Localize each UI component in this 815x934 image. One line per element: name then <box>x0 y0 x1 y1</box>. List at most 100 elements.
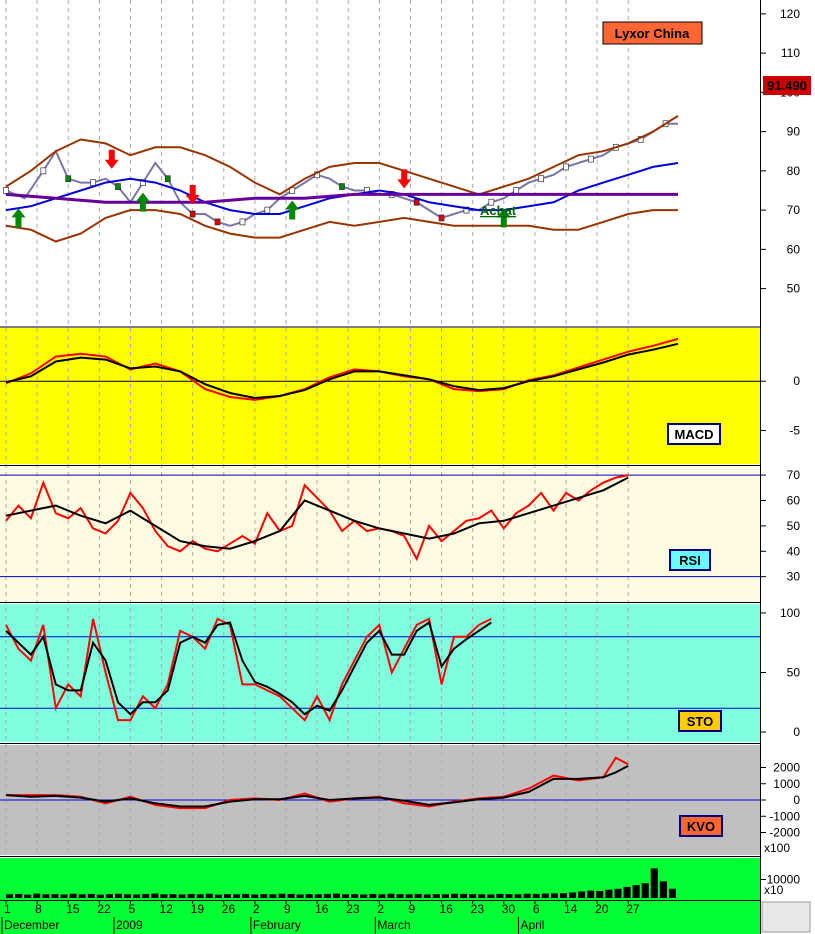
volume-bar <box>251 894 259 898</box>
volume-bar <box>296 894 304 898</box>
volume-bar <box>596 890 604 898</box>
day-tick-label: 23 <box>346 902 360 916</box>
volume-bar <box>623 886 631 898</box>
volume-bar <box>51 894 59 898</box>
day-tick-label: 22 <box>97 902 111 916</box>
price-candle <box>214 218 221 226</box>
volume-bar <box>360 894 368 898</box>
volume-bar <box>332 893 340 898</box>
volume-bar <box>450 893 459 898</box>
volume-bar <box>496 893 504 898</box>
price-tick-label: 90 <box>787 125 801 139</box>
rsi-tick-label: 70 <box>787 468 801 482</box>
volume-bar <box>278 893 286 898</box>
day-tick-label: 9 <box>284 902 291 916</box>
sto-tick-label: 50 <box>787 666 801 680</box>
price-tick-label: 70 <box>787 203 801 217</box>
price-candle <box>3 187 9 194</box>
volume-bar <box>151 893 159 898</box>
month-label: February <box>253 918 301 932</box>
volume-bar <box>432 894 440 898</box>
rsi-tick-label: 40 <box>787 544 801 558</box>
rsi-tick-label: 30 <box>787 570 801 584</box>
day-tick-label: 15 <box>66 902 80 916</box>
day-tick-label: 20 <box>595 902 609 916</box>
volume-bar <box>24 894 32 898</box>
volume-bar <box>105 894 113 898</box>
price-candle <box>513 187 520 194</box>
price-tick-label: 50 <box>787 282 801 296</box>
volume-bar <box>305 894 313 898</box>
price-candle <box>538 175 544 183</box>
price-candle <box>40 167 47 175</box>
volume-bar <box>214 894 222 898</box>
day-tick-label: 2 <box>253 902 260 916</box>
volume-bar <box>641 883 649 898</box>
day-tick-label: 16 <box>315 902 329 916</box>
macd-tick-label: 0 <box>793 374 800 388</box>
volume-bar <box>668 888 676 898</box>
volume-bar <box>550 893 558 898</box>
day-tick-label: 6 <box>533 902 540 916</box>
volume-bar <box>469 894 477 898</box>
volume-bar <box>42 894 50 898</box>
price-candle <box>563 163 569 171</box>
day-tick-label: 14 <box>564 902 578 916</box>
volume-bar <box>269 894 277 898</box>
right-axis-area <box>760 0 815 934</box>
day-tick-label: 1 <box>4 902 11 916</box>
price-candle <box>115 183 121 190</box>
volume-bar <box>287 893 295 898</box>
rsi-tick-label: 60 <box>787 493 801 507</box>
volume-bar <box>559 893 568 898</box>
achat-annotation: Achat <box>480 203 517 218</box>
month-label: December <box>4 918 59 932</box>
volume-bar <box>369 893 377 898</box>
volume-bar <box>142 893 150 898</box>
sto-tick-label: 100 <box>780 606 800 620</box>
volume-bar <box>342 894 350 898</box>
volume-bar <box>69 893 77 898</box>
day-tick-label: 16 <box>440 902 454 916</box>
price-candle <box>189 210 196 218</box>
rsi-tag: RSI <box>679 553 701 568</box>
volume-bar <box>233 894 241 898</box>
volume-bar <box>205 893 213 898</box>
rsi-panel <box>0 467 760 601</box>
volume-bar <box>569 892 577 898</box>
day-tick-label: 8 <box>35 902 42 916</box>
volume-bar <box>587 890 595 898</box>
volume-bar <box>169 894 177 898</box>
sto-tag: STO <box>687 714 714 729</box>
volume-bar <box>405 894 413 898</box>
price-tick-label: 120 <box>780 7 800 21</box>
month-label: March <box>377 918 410 932</box>
price-tick-label: 110 <box>781 46 800 60</box>
volume-bar <box>60 894 68 898</box>
price-tick-label: 80 <box>787 164 801 178</box>
volume-bar <box>632 885 640 898</box>
day-tick-label: 2 <box>377 902 384 916</box>
volume-bar <box>133 894 141 898</box>
sto-tick-label: 0 <box>793 725 800 739</box>
kvo-tick-label: 2000 <box>773 761 800 775</box>
volume-bar <box>541 893 549 898</box>
volume-bar <box>33 893 41 898</box>
volume-bar <box>187 893 195 898</box>
corner-box <box>761 901 811 933</box>
macd-tag: MACD <box>675 427 714 442</box>
price-candle <box>264 206 271 214</box>
volume-unit-label: x10 <box>764 883 784 897</box>
volume-bar <box>514 894 522 898</box>
volume-bar <box>178 894 186 898</box>
kvo-unit-label: x100 <box>764 841 790 855</box>
day-tick-label: 30 <box>502 902 516 916</box>
price-candle <box>413 198 420 206</box>
volume-bar <box>659 881 667 898</box>
volume-bar <box>260 894 268 898</box>
month-label: April <box>520 918 544 932</box>
price-tick-label: 60 <box>787 242 801 256</box>
volume-bar <box>396 894 404 898</box>
volume-bar <box>196 894 204 898</box>
macd-tick-label: -5 <box>789 423 800 437</box>
